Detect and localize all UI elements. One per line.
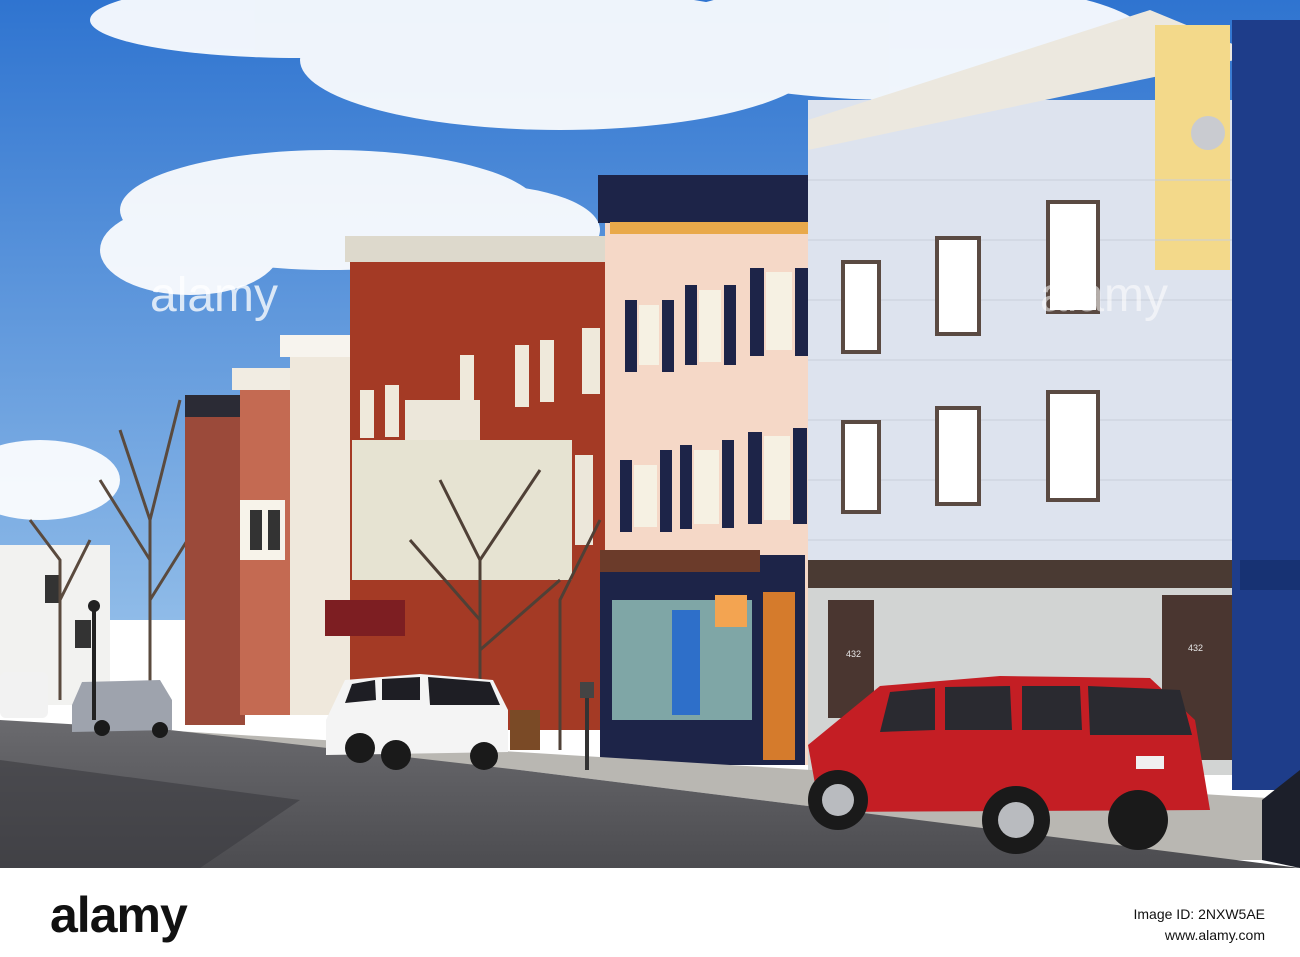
brand-logo: alamy (50, 887, 188, 943)
satellite-dish (1191, 116, 1225, 150)
street-photo: 432 432 (0, 0, 1300, 868)
balcony (405, 400, 480, 440)
bay-window-block (352, 440, 572, 580)
planter (510, 710, 540, 750)
image-id-label: Image ID: 2NXW5AE (1133, 906, 1266, 922)
watermark-text-right: alamy (1040, 269, 1169, 322)
door-number-left: 432 (846, 649, 861, 659)
site-url: www.alamy.com (1164, 927, 1265, 943)
footer-bar: alamy Image ID: 2NXW5AE www.alamy.com (0, 868, 1300, 957)
image-meta: Image ID: 2NXW5AE www.alamy.com (1134, 904, 1266, 946)
parking-meter (585, 690, 589, 770)
building-brownstone (185, 395, 245, 725)
front-door (763, 592, 795, 760)
street-lamp (92, 610, 96, 720)
door-number-right: 432 (1188, 643, 1203, 653)
orange-sign (715, 595, 747, 627)
white-van-far (0, 672, 48, 718)
building-cream (290, 345, 350, 715)
silver-suv (72, 680, 172, 738)
watermark-text: alamy (150, 269, 279, 322)
building-navy (1232, 20, 1300, 790)
awning (325, 600, 405, 636)
